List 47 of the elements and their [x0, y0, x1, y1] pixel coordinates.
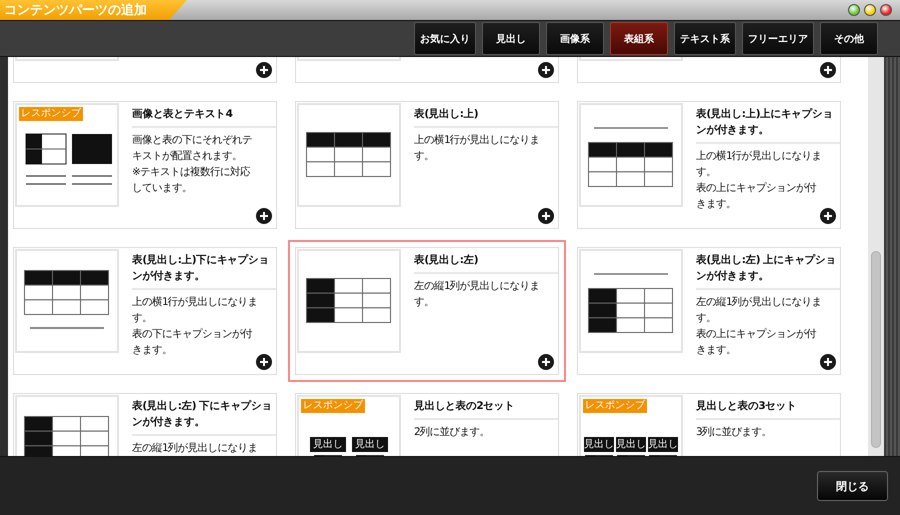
- part-card[interactable]: レスポンシブ 画像と表とテキスト4 画像と表の下にそれぞれテキストが配置されます。 ※テキストは複数行に対応しています。: [13, 101, 277, 229]
- category-tab[interactable]: フリーエリア: [742, 22, 814, 55]
- card-description: 左の縦1列が見出しになります。: [696, 295, 823, 326]
- heading-label: 見出し: [352, 437, 388, 452]
- part-card[interactable]: 表(見出し:左) 下にキャプションが付きます。 左の縦1列が見出しになりま: [13, 393, 277, 456]
- card-title: 表(見出し:左) 上にキャプションが付きます。: [696, 248, 840, 290]
- heading-label: 見出し: [648, 437, 678, 452]
- card-description: 3列に並びます。: [696, 425, 773, 440]
- responsive-badge: レスポンシブ: [583, 399, 647, 413]
- heading-label: 見出し: [616, 437, 646, 452]
- card-description: 上の横1行が見出しになります。: [696, 149, 823, 180]
- part-card[interactable]: レスポンシブ 見出し 見出し 見出し 見出しと表の3セット 3列に並びます。: [577, 393, 841, 456]
- card-title: 表(見出し:上): [414, 102, 558, 128]
- card-description: 2列に並びます。: [414, 425, 491, 440]
- card-title: 見出しと表の3セット: [696, 394, 840, 420]
- heading-label: 見出し: [310, 437, 346, 452]
- card-description: ※テキストは複数行に対応しています。: [132, 165, 252, 196]
- category-tab[interactable]: お気に入り: [414, 22, 476, 55]
- card-title: 見出しと表の2セット: [414, 394, 558, 420]
- card-description: 表の上にキャプションが付きます。: [696, 181, 818, 212]
- part-card[interactable]: 表(見出し:上) 上の横1行が見出しになります。: [295, 101, 559, 229]
- window-title: コンテンツパーツの追加: [0, 0, 187, 20]
- card-title: 画像と表とテキスト4: [132, 102, 276, 128]
- part-card[interactable]: レスポンシブ 見出し 見出し 見出しと表の2セット 2列に並びます。: [295, 393, 559, 456]
- card-title: 表(見出し:左) 下にキャプションが付きます。: [132, 394, 276, 436]
- card-description: 表の下にキャプションが付きます。: [132, 327, 254, 358]
- card-description: 左の縦1列が見出しになります。: [414, 279, 541, 310]
- card-title: 表(見出し:左): [414, 248, 558, 274]
- part-card[interactable]: 表(見出し:上)上にキャプションが付きます。 上の横1行が見出しになります。 表の上にキャプションが付きます。: [577, 101, 841, 229]
- card-title: 表(見出し:上)下にキャプションが付きます。: [132, 248, 276, 290]
- close-button[interactable]: 閉じる: [817, 471, 888, 501]
- card-description: 上の横1行が見出しになります。: [132, 295, 259, 326]
- category-tab[interactable]: 画像系: [546, 22, 604, 55]
- category-tab[interactable]: テキスト系: [674, 22, 736, 55]
- card-description: 画像と表の下にそれぞれテキストが配置されます。: [132, 133, 253, 164]
- category-tab[interactable]: 見出し: [482, 22, 540, 55]
- responsive-badge: レスポンシブ: [301, 399, 365, 413]
- part-card[interactable]: 表(見出し:上)下にキャプションが付きます。 上の横1行が見出しになります。 表の下にキャプションが付きます。: [13, 247, 277, 375]
- category-tab[interactable]: 表組系: [610, 22, 668, 55]
- category-tab[interactable]: その他: [820, 22, 878, 55]
- part-card[interactable]: 表(見出し:左) 上にキャプションが付きます。 左の縦1列が見出しになります。 表の上にキャプションが付きます。: [577, 247, 841, 375]
- responsive-badge: レスポンシブ: [19, 107, 83, 121]
- heading-label: 見出し: [584, 437, 614, 452]
- card-description: 上の横1行が見出しになります。: [414, 133, 541, 164]
- card-description: 表の上にキャプションが付きます。: [696, 327, 818, 358]
- card-description: 左の縦1列が見出しになりま: [132, 441, 259, 456]
- card-title: 表(見出し:上)上にキャプションが付きます。: [696, 102, 840, 144]
